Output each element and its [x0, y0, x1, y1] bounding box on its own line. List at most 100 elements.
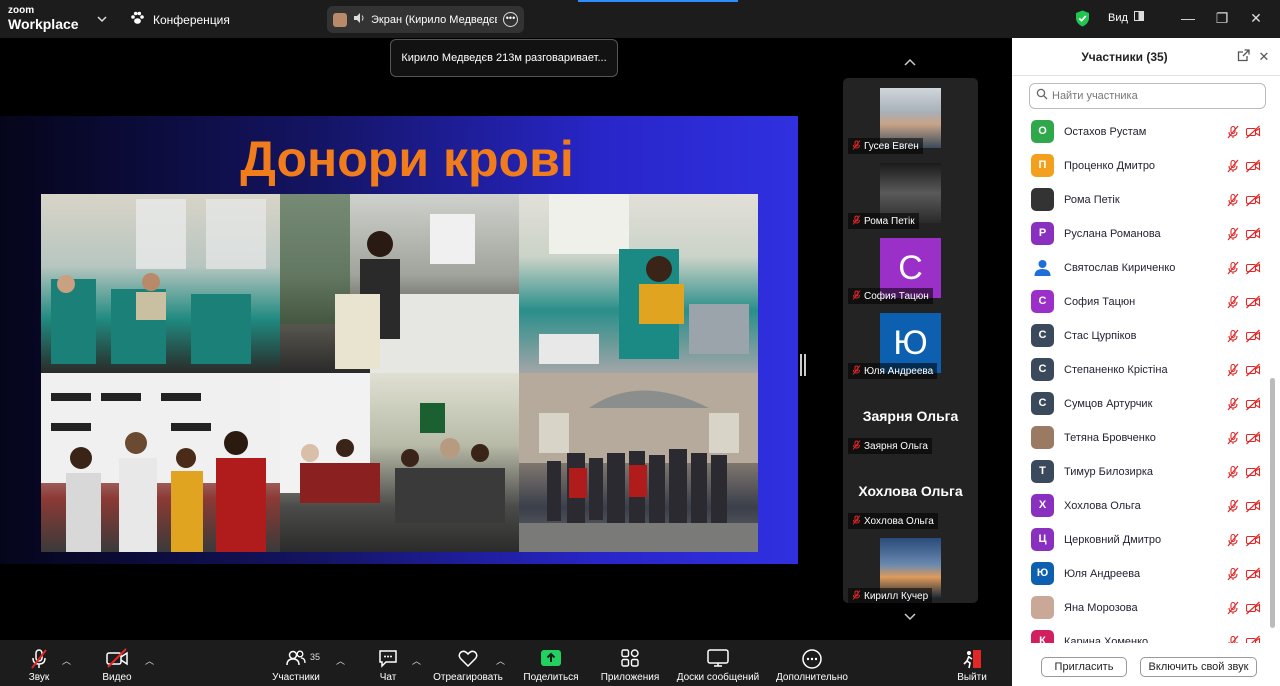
mic-muted-icon [1226, 533, 1240, 547]
participant-row[interactable]: О Остахов Рустам [1012, 115, 1270, 149]
meeting-toolbar: Звук ︿ Видео ︿ Участники 35 ︿ Чат ︿ Отре… [0, 640, 1012, 686]
react-options-caret-icon[interactable]: ︿ [496, 654, 505, 667]
participant-row[interactable]: Рома Петік [1012, 183, 1270, 217]
video-options-caret-icon[interactable]: ︿ [145, 654, 154, 667]
participant-row[interactable]: Святослав Кириченко [1012, 251, 1270, 285]
avatar: Х [1031, 494, 1054, 517]
participant-row[interactable]: Яна Морозова [1012, 591, 1270, 625]
share-screen-icon [520, 648, 582, 670]
participants-count-badge: 35 [310, 652, 321, 662]
participant-row[interactable]: Тетяна Бровченко [1012, 421, 1270, 455]
video-button[interactable]: Видео [96, 640, 138, 686]
gallery-scroll-up-icon[interactable] [899, 54, 921, 70]
popout-icon[interactable] [1235, 49, 1251, 65]
apps-button[interactable]: Приложения [596, 640, 664, 686]
participant-name: Кирилл Кучер [864, 590, 929, 602]
more-options-icon[interactable]: ••• [503, 12, 518, 27]
participant-row[interactable]: К Карина Хоменко [1012, 625, 1270, 643]
more-button[interactable]: Дополнительно [770, 640, 854, 686]
participants-panel-title: Участники (35) [1081, 50, 1168, 64]
participant-row[interactable]: П Проценко Дмитро [1012, 149, 1270, 183]
gallery-tile[interactable]: Кирилл Кучер [843, 532, 978, 603]
participant-row[interactable]: Т Тимур Билозирка [1012, 455, 1270, 489]
participant-row[interactable]: Ю Юля Андреева [1012, 557, 1270, 591]
search-icon [1036, 87, 1048, 105]
participant-row[interactable]: С София Тацюн [1012, 285, 1270, 319]
participant-name-tag: Гусев Евген [848, 138, 923, 154]
invite-button[interactable]: Пригласить [1041, 657, 1127, 677]
mic-muted-icon [1226, 261, 1240, 275]
participants-panel: Участники (35) ✕ О Остахов Рустам П Проценк… [1012, 38, 1280, 686]
gallery-tile[interactable]: Ю Юля Андреева [843, 307, 978, 382]
mic-muted-icon [852, 139, 861, 153]
chat-icon [370, 648, 406, 670]
mic-muted-icon [1226, 567, 1240, 581]
participant-name: Святослав Кириченко [1064, 262, 1176, 274]
mic-muted-icon [1226, 465, 1240, 479]
participants-button[interactable]: Участники [268, 640, 324, 686]
speaker-icon [353, 12, 365, 27]
mic-muted-icon [1226, 125, 1240, 139]
photo-group-outdoors [519, 373, 758, 552]
share-button[interactable]: Поделиться [520, 640, 582, 686]
avatar [1031, 596, 1054, 619]
unmute-myself-button[interactable]: Включить свой звук [1140, 657, 1257, 677]
resize-splitter-handle[interactable] [800, 354, 806, 376]
participants-panel-header: Участники (35) ✕ [1012, 38, 1280, 76]
participants-options-caret-icon[interactable]: ︿ [336, 654, 345, 667]
participants-scrollbar[interactable] [1270, 378, 1275, 628]
video-off-icon [1245, 363, 1261, 377]
participant-name: Юля Андреева [864, 365, 934, 377]
participant-name: Степаненко Крістіна [1064, 364, 1168, 376]
participant-name: Тетяна Бровченко [1064, 432, 1156, 444]
leave-button[interactable]: Выйти [952, 640, 992, 686]
audio-options-caret-icon[interactable]: ︿ [62, 654, 71, 667]
minimize-window-icon[interactable]: — [1178, 9, 1198, 29]
shield-check-icon[interactable] [1075, 10, 1090, 32]
mic-muted-icon [852, 439, 861, 453]
participant-name: Юля Андреева [1064, 568, 1141, 580]
participant-row[interactable]: Ц Церковний Дмитро [1012, 523, 1270, 557]
participant-name: Карина Хоменко [1064, 636, 1149, 643]
mic-muted-icon [1226, 227, 1240, 241]
participant-row[interactable]: Х Хохлова Ольга [1012, 489, 1270, 523]
gallery-scroll-down-icon[interactable] [899, 609, 921, 625]
chat-button[interactable]: Чат [370, 640, 406, 686]
video-off-icon [1245, 193, 1261, 207]
gallery-tile[interactable]: Хохлова Ольга Хохлова Ольга [843, 457, 978, 532]
participant-name-tag: Кирилл Кучер [848, 588, 933, 603]
whiteboards-button[interactable]: Доски сообщений [672, 640, 764, 686]
chevron-down-icon[interactable] [96, 12, 108, 24]
view-menu[interactable]: Вид [1108, 11, 1144, 24]
photo-donor-group-certificates [41, 373, 280, 552]
audio-button[interactable]: Звук [18, 640, 60, 686]
leave-icon [952, 648, 992, 670]
conference-menu[interactable]: Конференция [130, 11, 230, 28]
screen-share-indicator[interactable]: Экран (Кирило Медведєв 2 ••• [327, 6, 524, 33]
gallery-tile[interactable]: С София Тацюн [843, 232, 978, 307]
participant-row[interactable]: Р Руслана Романова [1012, 217, 1270, 251]
avatar [1031, 256, 1054, 279]
mic-muted-icon [1226, 193, 1240, 207]
mic-muted-icon [1226, 329, 1240, 343]
react-button[interactable]: Отреагировать [430, 640, 506, 686]
participant-row[interactable]: С Степаненко Крістіна [1012, 353, 1270, 387]
mic-muted-icon [852, 589, 861, 603]
gallery-tile[interactable]: Заярня Ольга Заярня Ольга [843, 382, 978, 457]
mic-muted-icon [1226, 431, 1240, 445]
close-icon[interactable]: ✕ [1256, 49, 1272, 65]
restore-window-icon[interactable]: ❐ [1212, 9, 1232, 29]
chat-options-caret-icon[interactable]: ︿ [412, 654, 421, 667]
participant-row[interactable]: С Сумцов Артурчик [1012, 387, 1270, 421]
close-window-icon[interactable]: ✕ [1246, 9, 1266, 29]
participant-search[interactable] [1029, 83, 1266, 109]
slide-title: Донори крові [240, 131, 574, 187]
participant-name: Тимур Билозирка [1064, 466, 1153, 478]
participant-search-input[interactable] [1052, 90, 1252, 102]
participant-display-name: Хохлова Ольга [858, 483, 963, 499]
meeting-stage: Кирило Медведєв 213м разговаривает... До… [0, 38, 1012, 640]
participant-row[interactable]: С Стас Цурпіков [1012, 319, 1270, 353]
gallery-tile[interactable]: Рома Петік [843, 157, 978, 232]
gallery-tile[interactable]: Гусев Евген [843, 82, 978, 157]
talking-indicator-text: Кирило Медведєв 213м разговаривает... [401, 52, 607, 64]
